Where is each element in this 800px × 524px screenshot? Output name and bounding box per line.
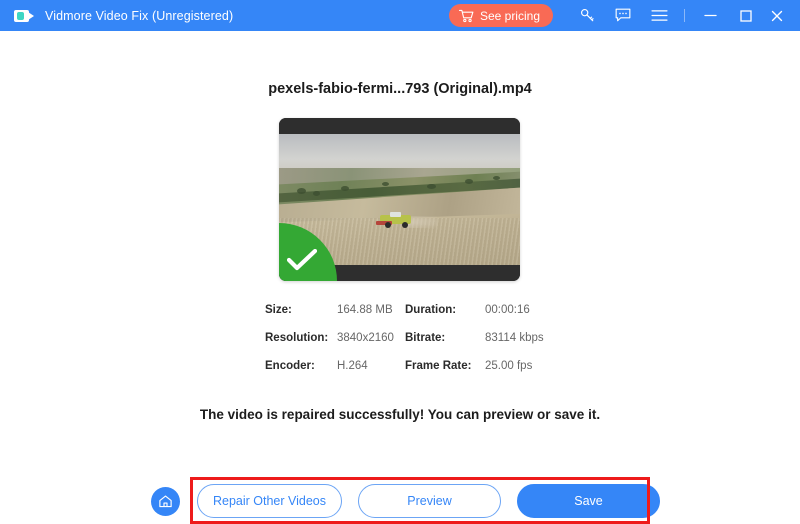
shopping-cart-icon (459, 9, 474, 23)
title-bar-controls: See pricing (449, 0, 800, 31)
metadata-value: 25.00 fps (485, 360, 565, 372)
minimize-icon[interactable] (697, 0, 723, 31)
home-button[interactable] (151, 487, 180, 516)
metadata-value: H.264 (337, 360, 405, 372)
menu-icon[interactable] (646, 0, 672, 31)
metadata-label: Duration: (405, 304, 485, 316)
metadata-label: Frame Rate: (405, 360, 485, 372)
preview-button[interactable]: Preview (358, 484, 501, 518)
feedback-icon[interactable] (610, 0, 636, 31)
letterbox-top (279, 118, 520, 134)
see-pricing-button[interactable]: See pricing (449, 4, 553, 27)
toolbar-separator (684, 9, 685, 22)
status-message: The video is repaired successfully! You … (0, 407, 800, 422)
video-thumbnail[interactable] (279, 118, 520, 281)
metadata-label: Encoder: (265, 360, 337, 372)
metadata-value: 164.88 MB (337, 304, 405, 316)
see-pricing-label: See pricing (480, 9, 540, 23)
harvester-graphic (376, 212, 418, 229)
metadata-label: Size: (265, 304, 337, 316)
video-metadata: Size: 164.88 MB Duration: 00:00:16 Resol… (265, 304, 565, 372)
metadata-value: 3840x2160 (337, 332, 405, 344)
action-button-row: Repair Other Videos Preview Save (197, 484, 660, 518)
metadata-label: Bitrate: (405, 332, 485, 344)
app-title: Vidmore Video Fix (Unregistered) (45, 9, 233, 23)
home-icon (158, 494, 173, 509)
metadata-label: Resolution: (265, 332, 337, 344)
title-bar: Vidmore Video Fix (Unregistered) See pri… (0, 0, 800, 31)
save-button[interactable]: Save (517, 484, 660, 518)
main-content: pexels-fabio-fermi...793 (Original).mp4 (0, 31, 800, 516)
file-name: pexels-fabio-fermi...793 (Original).mp4 (0, 81, 800, 97)
metadata-value: 83114 kbps (485, 332, 565, 344)
close-icon[interactable] (764, 0, 790, 31)
key-icon[interactable] (574, 0, 600, 31)
maximize-icon[interactable] (733, 0, 759, 31)
metadata-value: 00:00:16 (485, 304, 565, 316)
video-camera-icon (14, 8, 36, 24)
repair-other-videos-button[interactable]: Repair Other Videos (197, 484, 342, 518)
